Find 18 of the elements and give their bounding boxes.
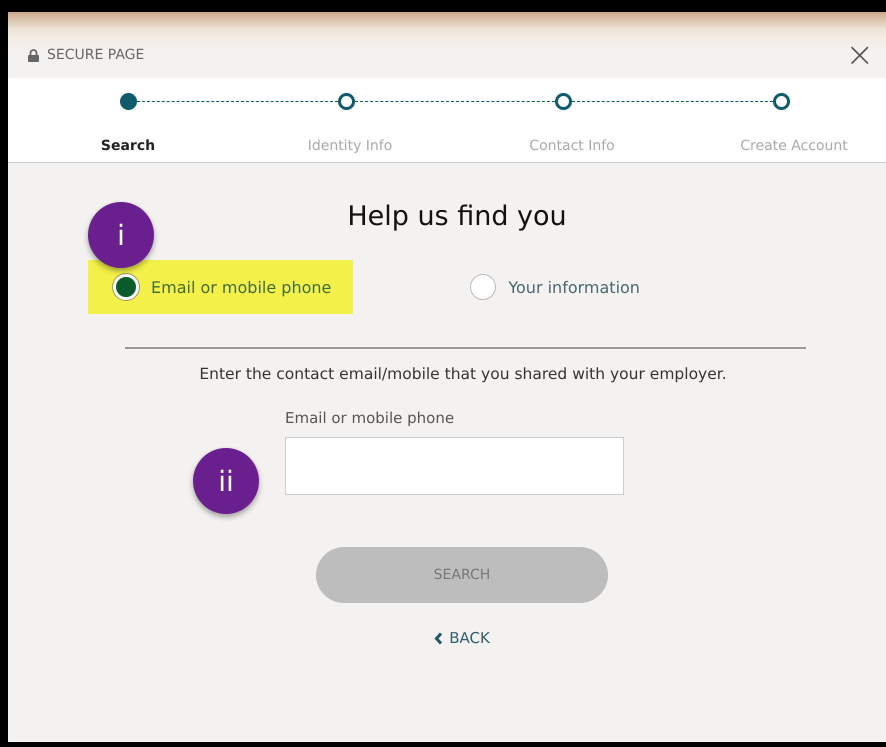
callout-badge: ii — [193, 448, 259, 514]
radio-option[interactable]: Email or mobile phone — [88, 260, 354, 314]
radio-button[interactable] — [470, 274, 496, 300]
back-link[interactable]: BACK — [428, 628, 496, 648]
callout-badge: i — [88, 202, 154, 268]
step-label: Create Account — [740, 138, 848, 154]
field-label: Email or mobile phone — [285, 409, 456, 427]
step-label: Identity Info — [308, 138, 392, 154]
input-field[interactable] — [285, 437, 624, 495]
step-label: Contact Info — [529, 138, 615, 154]
lock-icon — [28, 48, 39, 62]
step-label: Search — [100, 138, 156, 154]
instruction-text: Enter the contact email/mobile that you shared with your employer. — [199, 365, 727, 383]
chevron-left-icon — [434, 632, 444, 644]
radio-option[interactable]: Your information — [445, 260, 662, 314]
page-heading: Help us find you — [347, 201, 567, 232]
close-button[interactable]: × — [844, 38, 876, 72]
secure-page-label: SECURE PAGE — [47, 47, 144, 63]
